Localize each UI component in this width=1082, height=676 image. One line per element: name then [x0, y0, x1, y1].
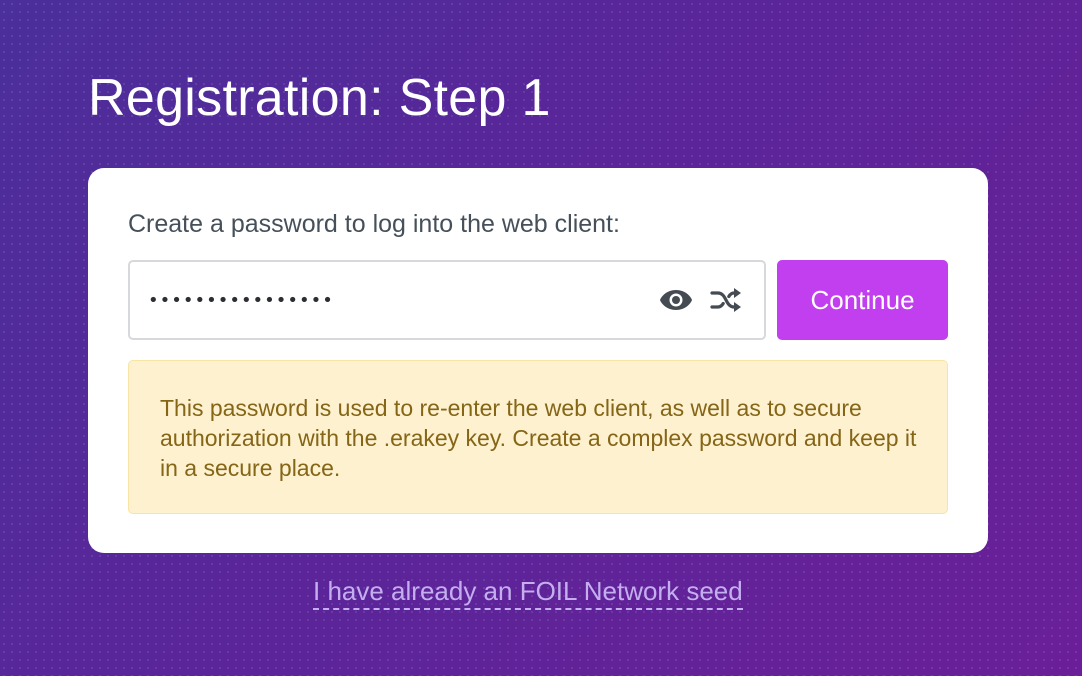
password-input[interactable]	[148, 262, 628, 338]
registration-card: Create a password to log into the web cl…	[88, 168, 988, 553]
eye-icon[interactable]	[658, 284, 694, 316]
continue-button[interactable]: Continue	[777, 260, 948, 340]
password-notice: This password is used to re-enter the we…	[128, 360, 948, 514]
password-field[interactable]	[128, 260, 766, 340]
shuffle-icon[interactable]	[708, 284, 744, 316]
password-prompt: Create a password to log into the web cl…	[128, 210, 620, 238]
page-title: Registration: Step 1	[88, 69, 551, 127]
existing-seed-link[interactable]: I have already an FOIL Network seed	[313, 574, 743, 610]
